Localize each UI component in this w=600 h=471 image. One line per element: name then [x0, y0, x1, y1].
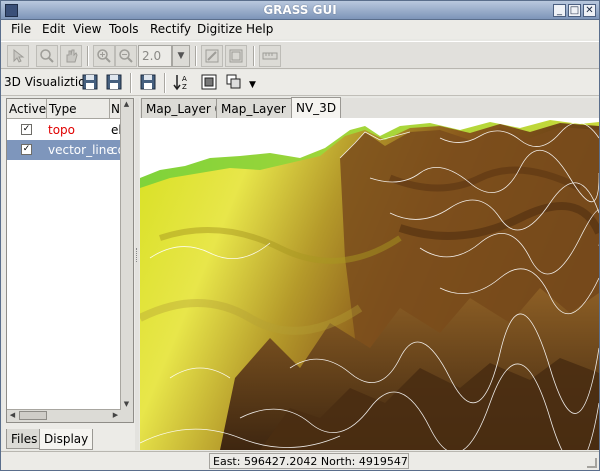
tab-map-layer-1[interactable]: Map_Layer 1 [216, 98, 303, 118]
sort-az-icon: AZ [173, 75, 187, 91]
chevron-down-icon: ▼ [249, 80, 256, 90]
query-button[interactable] [36, 45, 58, 67]
magnifier-icon [40, 49, 54, 63]
menu-tools[interactable]: Tools [109, 22, 139, 36]
zoom-out-button[interactable] [115, 45, 137, 67]
column-header-type[interactable]: Type [47, 99, 110, 119]
layer-tree: Active Type Na ✓ topo el ✓ vector_line c… [6, 98, 134, 423]
tab-nv-3d[interactable]: NV_3D [291, 97, 342, 118]
left-panel-tabs: Files Display [6, 429, 134, 450]
hand-icon [66, 49, 78, 63]
layer-type: vector_line [48, 143, 114, 157]
menu-digitize[interactable]: Digitize [197, 22, 242, 36]
grass-gui-window: GRASS GUI _ □ ✕ File Edit View Tools Rec… [0, 0, 600, 471]
add-layer-button[interactable] [225, 73, 245, 93]
save-3d-button[interactable] [81, 73, 101, 93]
pan-button[interactable] [60, 45, 82, 67]
pointer-icon [13, 48, 25, 63]
panel-splitter[interactable] [135, 98, 139, 450]
overlay-icon [229, 49, 243, 63]
scroll-left-icon[interactable]: ◀ [7, 410, 18, 421]
scroll-up-icon[interactable]: ▲ [121, 99, 132, 110]
zoom-value-field[interactable]: 2.0 [138, 45, 172, 67]
draw-button[interactable] [201, 45, 223, 67]
chevron-down-icon: ▼ [177, 51, 185, 61]
visualization-label: 3D Visualiztion [4, 75, 94, 89]
tree-horizontal-scrollbar[interactable]: ◀ ▶ [7, 409, 121, 422]
resize-grip-icon[interactable] [587, 458, 597, 468]
svg-text:Z: Z [182, 83, 187, 91]
maximize-icon[interactable]: □ [568, 4, 581, 17]
layer-row-topo[interactable]: ✓ topo el [7, 120, 121, 140]
menu-bar: File Edit View Tools Rectify Digitize He… [1, 20, 599, 39]
layer-type: topo [48, 123, 76, 137]
save-settings-button[interactable] [105, 73, 125, 93]
layer-active-checkbox[interactable]: ✓ [21, 144, 32, 155]
scroll-right-icon[interactable]: ▶ [110, 410, 121, 421]
zoom-dropdown-button[interactable]: ▼ [172, 45, 190, 67]
title-bar: GRASS GUI _ □ ✕ [1, 1, 599, 20]
zoom-in-button[interactable] [93, 45, 115, 67]
add-layer-dropdown[interactable]: ▼ [249, 76, 259, 96]
layer-manager-panel: Active Type Na ✓ topo el ✓ vector_line c… [3, 98, 135, 450]
pencil-icon [205, 49, 219, 63]
tab-map-layer-0[interactable]: Map_Layer 0 [141, 98, 228, 118]
overlay-button[interactable] [225, 45, 247, 67]
map-display-tabs: Map_Layer 0 Map_Layer 1 NV_3D [140, 97, 599, 118]
measure-button[interactable] [259, 45, 281, 67]
map-toolbar: 2.0 ▼ [1, 41, 599, 69]
zoom-in-icon [97, 49, 111, 63]
splitter-grip-icon [136, 248, 138, 262]
window-title: GRASS GUI [263, 3, 337, 17]
scroll-down-icon[interactable]: ▼ [121, 399, 132, 410]
floppy-disk-icon [140, 74, 156, 90]
layer-properties-button[interactable] [200, 73, 220, 93]
horizontal-scroll-thumb[interactable] [19, 411, 47, 420]
column-header-active[interactable]: Active [7, 99, 47, 119]
menu-edit[interactable]: Edit [42, 22, 65, 36]
nviz-3d-canvas[interactable] [140, 118, 599, 450]
pointer-button[interactable] [7, 45, 29, 67]
coordinates-readout: East: 596427.2042 North: 4919547... [209, 453, 409, 469]
visualization-toolbar: 3D Visualiztion AZ ▼ [1, 70, 599, 96]
tree-vertical-scrollbar[interactable]: ▲ ▼ [120, 99, 133, 422]
menu-view[interactable]: View [73, 22, 101, 36]
layer-active-checkbox[interactable]: ✓ [21, 124, 32, 135]
layer-box-icon [201, 74, 217, 90]
floppy-disk-icon [82, 74, 98, 90]
tab-files[interactable]: Files [6, 429, 43, 449]
layers-icon [226, 74, 241, 89]
tab-display[interactable]: Display [39, 429, 94, 450]
svg-text:A: A [182, 75, 187, 83]
menu-rectify[interactable]: Rectify [150, 22, 191, 36]
menu-help[interactable]: Help [246, 22, 273, 36]
minimize-icon[interactable]: _ [553, 4, 566, 17]
zoom-out-icon [119, 49, 133, 63]
save-workspace-button[interactable] [139, 73, 159, 93]
layer-row-vector-line[interactable]: ✓ vector_line co [7, 140, 121, 160]
floppy-disk-icon [106, 74, 122, 90]
ruler-icon [262, 52, 278, 60]
terrain-3d-view [140, 118, 599, 450]
close-icon[interactable]: ✕ [583, 4, 596, 17]
status-bar: East: 596427.2042 North: 4919547... [1, 451, 599, 470]
sort-button[interactable]: AZ [173, 73, 193, 93]
menu-file[interactable]: File [11, 22, 31, 36]
